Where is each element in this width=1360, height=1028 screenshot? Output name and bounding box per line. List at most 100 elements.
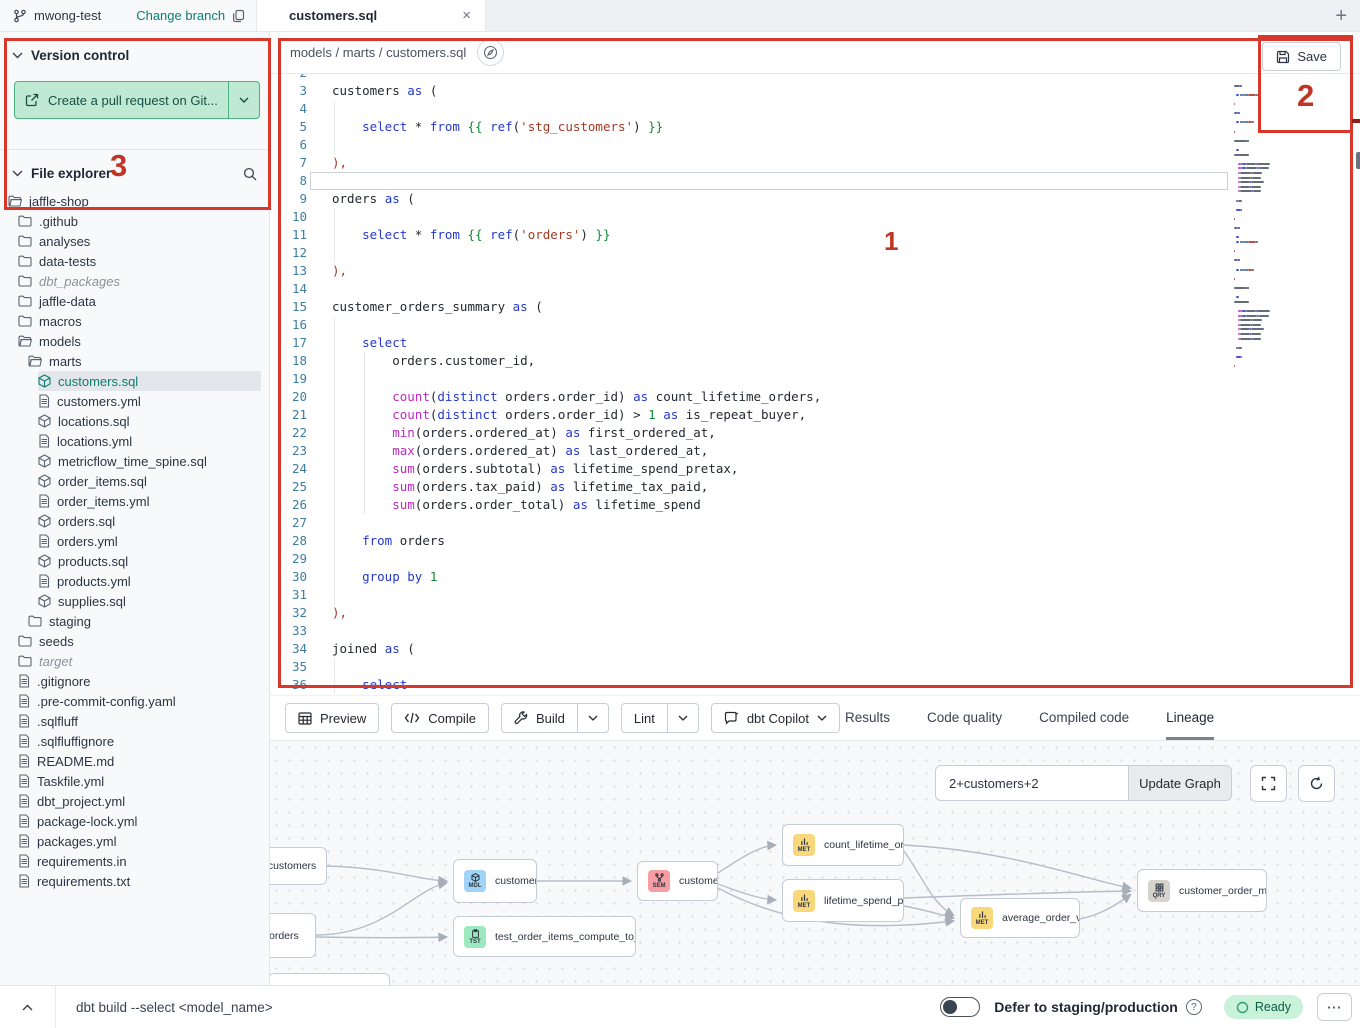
code-line[interactable]: 11 select * from {{ ref('orders') }} xyxy=(270,226,1360,244)
code-line[interactable]: 5 select * from {{ ref('stg_customers') … xyxy=(270,118,1360,136)
file-tree-item[interactable]: Taskfile.yml xyxy=(18,771,261,791)
code-line[interactable]: 25 sum(orders.tax_paid) as lifetime_tax_… xyxy=(270,478,1360,496)
file-tree-item[interactable]: customers.sql xyxy=(38,371,261,391)
create-pr-button[interactable]: Create a pull request on Git... xyxy=(14,81,260,119)
refresh-button[interactable] xyxy=(1298,765,1335,802)
file-tree-item[interactable]: analyses xyxy=(18,231,261,251)
file-tree-item[interactable]: README.md xyxy=(18,751,261,771)
more-options-button[interactable]: ⋯ xyxy=(1317,993,1352,1021)
code-line[interactable]: 3customers as ( xyxy=(270,82,1360,100)
create-pr-main[interactable]: Create a pull request on Git... xyxy=(15,82,228,118)
minimap[interactable] xyxy=(1232,76,1312,576)
lineage-node-orders[interactable]: orders xyxy=(270,913,316,958)
code-line[interactable]: 15customer_orders_summary as ( xyxy=(270,298,1360,316)
file-tree-item[interactable]: seeds xyxy=(18,631,261,651)
lineage-node-stg_customers[interactable]: stg_customers xyxy=(270,847,327,885)
tab-lineage[interactable]: Lineage xyxy=(1166,696,1214,740)
file-explorer-header[interactable]: File explorer xyxy=(0,150,269,189)
file-tree-item[interactable]: locations.yml xyxy=(38,431,261,451)
file-tree-item[interactable]: orders.yml xyxy=(38,531,261,551)
file-tree-item[interactable]: .gitignore xyxy=(18,671,261,691)
code-line[interactable]: 6 xyxy=(270,136,1360,154)
file-tree-item[interactable]: metricflow_time_spine.sql xyxy=(38,451,261,471)
code-line[interactable]: 23 max(orders.ordered_at) as last_ordere… xyxy=(270,442,1360,460)
file-tree-item[interactable]: jaffle-shop xyxy=(8,191,261,211)
code-line[interactable]: 34joined as ( xyxy=(270,640,1360,658)
version-control-header[interactable]: Version control xyxy=(0,32,269,71)
tab-customers-sql[interactable]: customers.sql × xyxy=(256,0,486,31)
code-line[interactable]: 8 xyxy=(270,172,1360,190)
code-line[interactable]: 10 xyxy=(270,208,1360,226)
lineage-node-test_order_items_compute[interactable]: TSTtest_order_items_compute_to_bools… xyxy=(453,916,636,957)
copy-icon[interactable] xyxy=(232,9,245,23)
update-graph-button[interactable]: Update Graph xyxy=(1128,765,1232,801)
dbt-command-input[interactable]: dbt build --select <model_name> xyxy=(76,1000,940,1015)
code-line[interactable]: 21 count(distinct orders.order_id) > 1 a… xyxy=(270,406,1360,424)
file-tree-item[interactable]: products.yml xyxy=(38,571,261,591)
tab-results[interactable]: Results xyxy=(845,696,890,740)
file-tree-item[interactable]: target xyxy=(18,651,261,671)
code-line[interactable]: 28 from orders xyxy=(270,532,1360,550)
file-tree-item[interactable]: locations.sql xyxy=(38,411,261,431)
code-line[interactable]: 22 min(orders.ordered_at) as first_order… xyxy=(270,424,1360,442)
code-editor[interactable]: 23customers as (45 select * from {{ ref(… xyxy=(270,74,1360,695)
code-line[interactable]: 16 xyxy=(270,316,1360,334)
file-tree-item[interactable]: order_items.yml xyxy=(38,491,261,511)
code-line[interactable]: 24 sum(orders.subtotal) as lifetime_spen… xyxy=(270,460,1360,478)
code-line[interactable]: 20 count(distinct orders.order_id) as co… xyxy=(270,388,1360,406)
file-tree-item[interactable]: customers.yml xyxy=(38,391,261,411)
code-line[interactable]: 4 xyxy=(270,100,1360,118)
code-line[interactable]: 26 sum(orders.order_total) as lifetime_s… xyxy=(270,496,1360,514)
lint-options-caret[interactable] xyxy=(667,704,698,732)
file-tree-item[interactable]: dbt_packages xyxy=(18,271,261,291)
file-tree-item[interactable]: .sqlfluffignore xyxy=(18,731,261,751)
build-options-caret[interactable] xyxy=(577,704,608,732)
file-tree-item[interactable]: products.sql xyxy=(38,551,261,571)
code-line[interactable]: 31 xyxy=(270,586,1360,604)
file-tree-item[interactable]: packages.yml xyxy=(18,831,261,851)
file-tree-item[interactable]: supplies.sql xyxy=(38,591,261,611)
fullscreen-button[interactable] xyxy=(1250,765,1287,802)
file-tree-item[interactable]: dbt_project.yml xyxy=(18,791,261,811)
code-line[interactable]: 35 xyxy=(270,658,1360,676)
file-tree-item[interactable]: requirements.txt xyxy=(18,871,261,891)
lineage-node[interactable] xyxy=(270,973,390,985)
file-tree-item[interactable]: orders.sql xyxy=(38,511,261,531)
code-line[interactable]: 36 select xyxy=(270,676,1360,694)
code-line[interactable]: 32), xyxy=(270,604,1360,622)
lineage-node-customers[interactable]: MDLcustomers xyxy=(453,859,537,903)
file-tree-item[interactable]: models xyxy=(18,331,261,351)
code-line[interactable]: 19 xyxy=(270,370,1360,388)
create-pr-caret[interactable] xyxy=(228,82,259,118)
preview-button[interactable]: Preview xyxy=(285,703,379,733)
copilot-orb-button[interactable] xyxy=(477,39,504,66)
change-branch-link[interactable]: Change branch xyxy=(136,8,225,23)
code-line[interactable]: 13), xyxy=(270,262,1360,280)
compile-button[interactable]: Compile xyxy=(391,703,489,733)
file-tree-item[interactable]: requirements.in xyxy=(18,851,261,871)
code-line[interactable]: 29 xyxy=(270,550,1360,568)
code-line[interactable]: 2 xyxy=(270,74,1360,82)
file-tree-item[interactable]: staging xyxy=(28,611,261,631)
scrollbar-thumb[interactable] xyxy=(1356,152,1360,169)
code-line[interactable]: 27 xyxy=(270,514,1360,532)
lineage-selector-input[interactable]: 2+customers+2 xyxy=(935,765,1128,801)
code-line[interactable]: 9orders as ( xyxy=(270,190,1360,208)
dbt-copilot-button[interactable]: dbt Copilot xyxy=(711,703,840,733)
lint-button[interactable]: Lint xyxy=(622,704,667,732)
build-button[interactable]: Build xyxy=(502,704,577,732)
search-icon[interactable] xyxy=(243,167,257,181)
file-tree-item[interactable]: jaffle-data xyxy=(18,291,261,311)
code-line[interactable]: 14 xyxy=(270,280,1360,298)
code-line[interactable]: 33 xyxy=(270,622,1360,640)
lineage-node-customer_order_metrics[interactable]: QRYcustomer_order_metrics xyxy=(1137,869,1267,912)
tab-code-quality[interactable]: Code quality xyxy=(927,696,1002,740)
code-line[interactable]: 18 orders.customer_id, xyxy=(270,352,1360,370)
file-tree-item[interactable]: data-tests xyxy=(18,251,261,271)
file-tree-item[interactable]: .pre-commit-config.yaml xyxy=(18,691,261,711)
file-tree-item[interactable]: macros xyxy=(18,311,261,331)
code-line[interactable]: 17 select xyxy=(270,334,1360,352)
file-tree-item[interactable]: .sqlfluff xyxy=(18,711,261,731)
save-button[interactable]: Save xyxy=(1262,42,1341,71)
file-tree-item[interactable]: package-lock.yml xyxy=(18,811,261,831)
